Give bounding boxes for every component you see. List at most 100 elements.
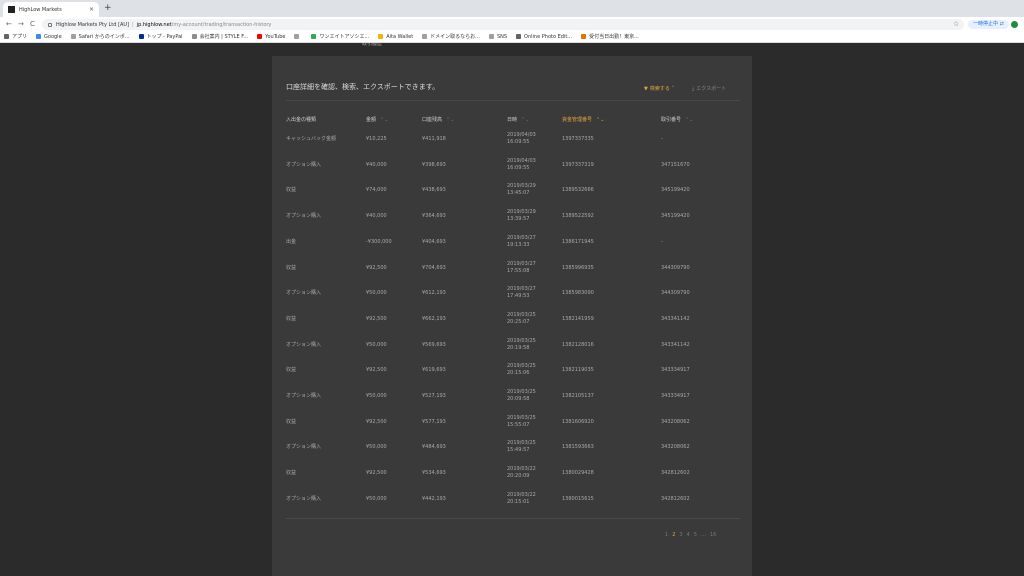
cell-amount: ¥92,500: [366, 470, 387, 477]
cell-time: 15:49:57: [507, 447, 530, 454]
sort-icon[interactable]: ⌃⌄: [521, 117, 529, 123]
cell-date: 2019/03/25: [507, 389, 536, 395]
top-tab-fragment[interactable]: 取引履歴: [352, 43, 392, 47]
bookmark-item[interactable]: Safari からのインポ...: [70, 33, 130, 40]
page-link[interactable]: 3: [679, 532, 682, 538]
sort-icon[interactable]: ⌃⌄: [446, 117, 454, 123]
address-bar[interactable]: Highlow Markets Pty Ltd [AU] | jp.highlo…: [42, 19, 964, 30]
cell-fund-id: 1381606920: [562, 418, 594, 425]
bookmark-label: Online Photo Edit...: [524, 33, 573, 40]
bookmark-item[interactable]: [294, 34, 302, 39]
page-link[interactable]: 2: [672, 532, 675, 538]
bookmark-label: ワンエイトアソシエ...: [319, 34, 370, 40]
page-link[interactable]: 4: [687, 532, 690, 538]
bookmark-item[interactable]: 会社案内 | STYLE F...: [191, 33, 248, 40]
cell-balance: ¥438,693: [422, 187, 446, 194]
column-header-amount[interactable]: 金額 ⌃⌄: [366, 116, 388, 123]
cell-trade-id: 343341142: [661, 341, 690, 348]
browser-tab[interactable]: HighLow Markets ×: [3, 2, 99, 17]
sort-icon[interactable]: ⌃⌄: [596, 117, 604, 123]
pagination: 1 2 3 4 5… 16: [665, 532, 720, 538]
cell-balance: ¥404,693: [422, 238, 446, 245]
cell-fund-id: 1389532666: [562, 187, 594, 194]
cell-trade-id: 343341142: [661, 315, 690, 322]
bookmark-favicon-icon: [378, 34, 384, 39]
cell-fund-id: 1397337335: [562, 136, 594, 142]
bookmark-item[interactable]: SNS: [488, 33, 508, 40]
cell-fund-id: 1382105137: [562, 393, 594, 399]
page-link[interactable]: 1: [665, 532, 668, 538]
forward-button[interactable]: →: [18, 19, 24, 29]
cell-date: 2019/03/27: [507, 234, 536, 241]
cell-type: オプション購入: [286, 495, 322, 502]
column-header-fund-id[interactable]: 資金管理番号 ⌃⌄: [562, 116, 604, 123]
cell-time: 15:55:07: [507, 421, 530, 428]
page-link[interactable]: 5: [694, 532, 697, 538]
transaction-history-panel: 口座詳細を確認、検索、エクスポートできます。 ▼ 検索する ˅ ⤓ エクスポート…: [272, 56, 752, 576]
bookmark-item[interactable]: Aita Wallet: [378, 34, 413, 40]
bookmark-item[interactable]: ドメイン取るならお...: [422, 33, 480, 40]
cell-date: 2019/03/25: [507, 311, 536, 318]
sort-icon[interactable]: ⌃⌄: [685, 117, 693, 123]
column-header-datetime[interactable]: 日時 ⌃⌄: [507, 116, 529, 123]
cell-balance: ¥704,693: [422, 264, 446, 271]
cell-balance: ¥577,193: [422, 418, 446, 425]
export-button[interactable]: ⤓ エクスポート: [692, 85, 726, 93]
browser-toolbar: ← → C Highlow Markets Pty Ltd [AU] | jp.…: [0, 17, 1024, 31]
column-header-trade-id[interactable]: 取引番号 ⌃⌄: [661, 116, 693, 123]
cell-balance: ¥411,918: [422, 136, 446, 142]
cell-time: 20:09:58: [507, 396, 530, 402]
bookmark-item[interactable]: トップ - PayPal: [138, 33, 183, 40]
column-header-balance[interactable]: 口座残高 ⌃⌄: [422, 116, 454, 123]
bookmark-favicon-icon: [311, 34, 317, 39]
cell-date: 2019/04/03: [507, 157, 536, 164]
bookmark-label: 受付当日出勤！東京...: [589, 34, 639, 40]
cell-balance: ¥569,693: [422, 341, 446, 348]
bookmark-favicon-icon: [488, 34, 494, 39]
bookmarks-bar: アプリ Google Safari からのインポ... トップ - PayPal 会社案…: [0, 31, 1024, 43]
cell-amount: ¥92,500: [366, 264, 387, 271]
cell-amount: ¥50,000: [366, 290, 387, 297]
sort-icon[interactable]: ⌃⌄: [380, 117, 388, 123]
cell-type: 収益: [286, 264, 297, 271]
cell-date: 2019/03/25: [507, 363, 536, 370]
bookmark-item[interactable]: 受付当日出勤！東京...: [581, 33, 639, 40]
cell-type: 収益: [286, 418, 297, 425]
cell-time: 20:19:58: [507, 344, 530, 351]
cell-amount: ¥92,500: [366, 315, 387, 322]
cell-amount: ¥50,000: [366, 341, 387, 348]
cell-amount: ¥92,500: [366, 367, 387, 374]
cell-amount: ¥50,000: [366, 393, 387, 399]
bookmark-label: Safari からのインポ...: [78, 34, 130, 40]
column-header-type[interactable]: 入出金の種類: [286, 116, 316, 123]
chevron-down-icon: ˅: [671, 85, 675, 92]
search-button[interactable]: ▼ 検索する ˅: [644, 85, 675, 93]
new-tab-button[interactable]: +: [104, 3, 112, 14]
cell-type: オプション購入: [286, 341, 322, 348]
sleep-status-button[interactable]: 一時停止中 ⇄: [968, 20, 1009, 29]
bookmark-label: SNS: [496, 33, 508, 40]
cell-date: 2019/04/03: [507, 132, 536, 138]
bookmark-item[interactable]: Online Photo Edit...: [516, 34, 572, 40]
cell-time: 19:13:33: [507, 241, 530, 248]
cell-trade-id: 342812602: [661, 470, 690, 477]
download-icon: ⤓: [692, 85, 695, 92]
cell-fund-id: 1382128016: [562, 341, 594, 348]
bookmark-item[interactable]: アプリ: [4, 33, 27, 40]
cell-time: 17:55:08: [507, 267, 530, 274]
cell-type: オプション購入: [286, 290, 322, 297]
lock-icon: [48, 22, 52, 27]
panel-heading: 口座詳細を確認、検索、エクスポートできます。: [286, 83, 440, 91]
cell-type: オプション購入: [286, 444, 322, 451]
page-link[interactable]: 16: [710, 532, 716, 538]
back-button[interactable]: ←: [6, 19, 12, 29]
bookmark-item[interactable]: YouTube: [257, 34, 285, 40]
bookmark-item[interactable]: ワンエイトアソシエ...: [311, 33, 369, 40]
profile-avatar[interactable]: [1011, 21, 1018, 28]
bookmark-star-icon[interactable]: ☆: [953, 19, 959, 29]
bookmark-item[interactable]: Google: [36, 34, 62, 40]
tab-close-icon[interactable]: ×: [89, 6, 94, 13]
cell-trade-id: 343334917: [661, 367, 690, 374]
reload-button[interactable]: C: [30, 19, 35, 29]
cell-amount: ¥10,225: [366, 136, 387, 142]
